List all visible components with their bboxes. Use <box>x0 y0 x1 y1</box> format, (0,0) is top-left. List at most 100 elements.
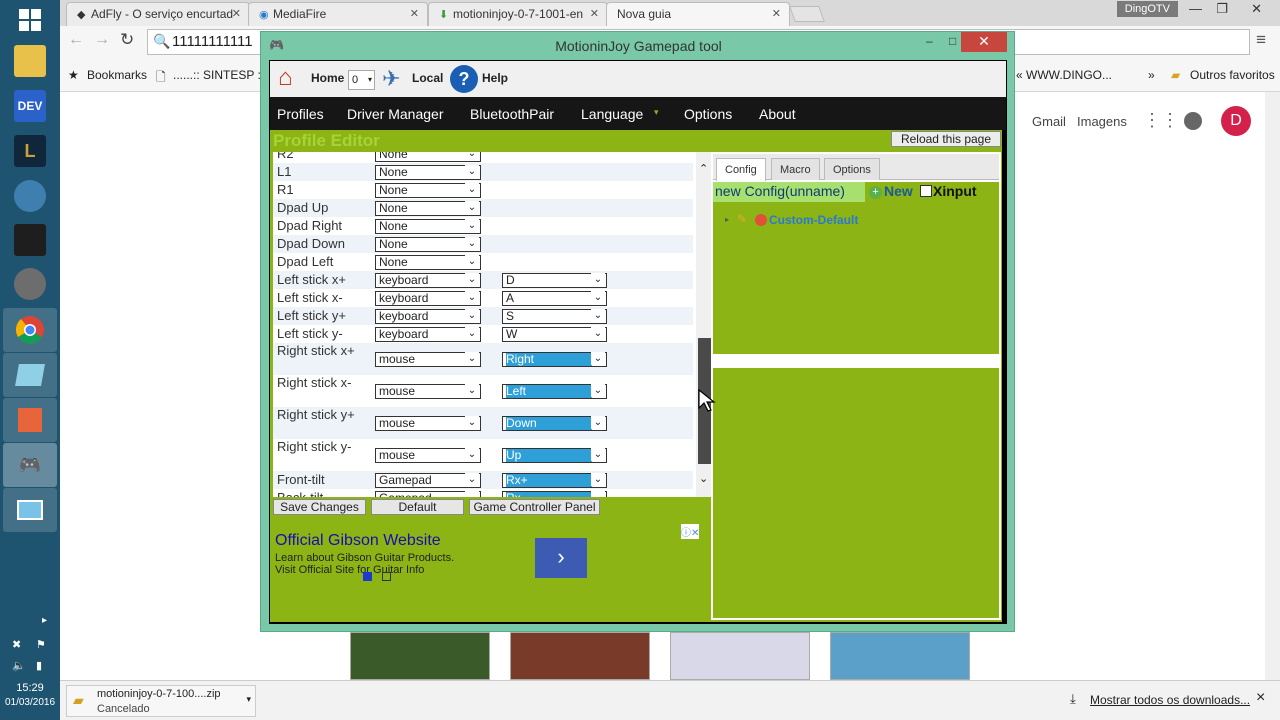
mapping-type-select[interactable]: keyboard ⌄ <box>375 309 481 324</box>
tab-mediafire[interactable]: ◉ MediaFire ✕ <box>248 2 428 26</box>
tab-motioninjoy-download[interactable]: ⬇ motioninjoy-0-7-1001-en ✕ <box>428 2 608 26</box>
bookmarks-overflow-icon[interactable]: » <box>1148 68 1155 82</box>
new-tab-button[interactable] <box>789 6 825 22</box>
clock-date[interactable]: 01/03/2016 <box>0 697 60 708</box>
close-downloads-icon[interactable]: × <box>1256 689 1265 707</box>
scroll-down-icon[interactable]: ⌄ <box>699 472 708 485</box>
tray-volume-icon[interactable]: 🔈 <box>12 659 26 672</box>
mapping-type-select[interactable]: mouse ⌄ <box>375 384 481 399</box>
most-visited-thumbnail[interactable] <box>350 632 490 680</box>
download-menu-icon[interactable]: ▾ <box>246 694 251 705</box>
xinput-checkbox[interactable] <box>920 185 932 197</box>
avatar[interactable]: D <box>1221 106 1251 136</box>
mapping-target-select[interactable]: W ⌄ <box>502 327 607 342</box>
dev-app-icon[interactable]: DEV <box>14 90 46 122</box>
ad-pager-dot-active[interactable] <box>363 572 372 581</box>
tab-close-icon[interactable]: ✕ <box>232 7 241 20</box>
chrome-icon[interactable] <box>3 308 57 352</box>
mapping-type-select[interactable]: mouse ⌄ <box>375 352 481 367</box>
minimize-button[interactable]: – <box>926 34 933 48</box>
back-icon[interactable]: ← <box>68 31 84 49</box>
photo-app-icon[interactable] <box>3 488 57 532</box>
mapping-target-select[interactable]: Down ⌄ <box>502 416 607 431</box>
bookmark-sintesp[interactable]: ......:: SINTESP :: <box>173 68 264 82</box>
gamepad-app-icon[interactable]: 🎮 <box>3 443 57 487</box>
menu-driver-manager[interactable]: Driver Manager <box>347 106 443 122</box>
delete-icon[interactable] <box>755 214 767 226</box>
forward-icon[interactable]: → <box>94 31 110 49</box>
mapping-target-select[interactable]: A ⌄ <box>502 291 607 306</box>
mapping-type-select[interactable]: None ⌄ <box>375 219 481 234</box>
mapping-type-select[interactable]: None ⌄ <box>375 165 481 180</box>
add-icon[interactable]: + <box>869 186 882 199</box>
mapping-target-select[interactable]: D ⌄ <box>502 273 607 288</box>
ad-title[interactable]: Official Gibson Website <box>275 532 441 550</box>
gmail-link[interactable]: Gmail <box>1032 114 1066 129</box>
other-bookmarks[interactable]: Outros favoritos <box>1190 68 1275 82</box>
menu-bluetoothpair[interactable]: BluetoothPair <box>470 106 554 122</box>
images-link[interactable]: Imagens <box>1077 114 1127 129</box>
mapping-type-select[interactable]: keyboard ⌄ <box>375 273 481 288</box>
download-item[interactable]: ▰ motioninjoy-0-7-100....zip Cancelado ▾ <box>66 685 256 717</box>
profile-name-badge[interactable]: DingOTV <box>1116 1 1178 17</box>
menu-about[interactable]: About <box>759 106 796 122</box>
show-all-downloads-link[interactable]: Mostrar todos os downloads... <box>1090 693 1250 707</box>
clock-time[interactable]: 15:29 <box>0 682 60 694</box>
scroll-up-icon[interactable]: ⌃ <box>699 162 708 175</box>
tab-options[interactable]: Options <box>824 158 880 180</box>
close-window-icon[interactable]: ✕ <box>1251 1 1262 17</box>
mapping-type-select[interactable]: keyboard ⌄ <box>375 327 481 342</box>
local-button[interactable]: Local <box>412 71 443 85</box>
mapping-target-select[interactable]: Right ⌄ <box>502 352 607 367</box>
mapping-target-select[interactable]: Rx-⌄ <box>502 491 607 497</box>
movie-app-icon[interactable] <box>14 224 46 256</box>
office-app-icon[interactable] <box>3 398 57 442</box>
help-button[interactable]: Help <box>482 71 508 85</box>
reload-page-button[interactable]: Reload this page <box>891 131 1001 147</box>
page-scrollbar[interactable] <box>1265 92 1280 680</box>
mapping-target-select[interactable]: Left ⌄ <box>502 384 607 399</box>
tab-config[interactable]: Config <box>716 158 766 181</box>
menu-options[interactable]: Options <box>684 106 732 122</box>
tab-nova-guia[interactable]: Nova guia ✕ <box>606 2 790 26</box>
mapping-target-select[interactable]: Rx+ ⌄ <box>502 473 607 488</box>
mapping-type-select[interactable]: keyboard ⌄ <box>375 291 481 306</box>
reload-icon[interactable]: ↻ <box>120 30 134 50</box>
new-config-button[interactable]: New <box>884 183 913 199</box>
edit-icon[interactable]: ✎ <box>737 212 747 226</box>
home-icon[interactable]: ⌂ <box>278 64 293 92</box>
home-select[interactable]: 0 ▾ <box>348 70 375 90</box>
mapping-type-select[interactable]: None ⌄ <box>375 183 481 198</box>
file-explorer-icon[interactable] <box>14 45 46 77</box>
menu-profiles[interactable]: Profiles <box>277 106 324 122</box>
ad-pager-dot[interactable] <box>382 572 391 581</box>
tab-adfly[interactable]: ◆ AdFly - O serviço encurtad ✕ <box>66 2 250 26</box>
close-button[interactable]: ✕ <box>961 32 1007 52</box>
tray-flag-icon[interactable]: ⚑ <box>36 638 46 651</box>
save-changes-button[interactable]: Save Changes <box>273 499 366 515</box>
tab-close-icon[interactable]: ✕ <box>590 7 599 20</box>
windows-start-icon[interactable] <box>14 4 46 36</box>
tree-item-custom-default[interactable]: Custom-Default <box>769 213 858 227</box>
gimp-icon[interactable] <box>14 268 46 300</box>
ad-go-button[interactable]: › <box>535 538 587 578</box>
help-icon[interactable]: ? <box>450 65 478 93</box>
mapping-type-select[interactable]: None ⌄ <box>375 201 481 216</box>
most-visited-thumbnail[interactable] <box>830 632 970 680</box>
menu-language[interactable]: Language <box>581 106 643 122</box>
tree-expand-icon[interactable]: ▸ <box>725 215 729 224</box>
game-controller-panel-button[interactable]: Game Controller Panel <box>469 499 600 515</box>
taskbar-chevron-icon[interactable]: ▸ <box>42 615 47 626</box>
ad-info-icon[interactable]: ⓘ✕ <box>681 524 700 539</box>
tab-close-icon[interactable]: ✕ <box>772 7 781 20</box>
mapping-type-select[interactable]: mouse ⌄ <box>375 448 481 463</box>
local-icon[interactable]: ✈ <box>382 66 400 92</box>
mapping-type-select[interactable]: Gamepad ⌄ <box>375 491 481 497</box>
minimize-icon[interactable]: — <box>1189 1 1202 16</box>
mapping-type-select[interactable]: Gamepad ⌄ <box>375 473 481 488</box>
home-button[interactable]: Home <box>311 71 344 85</box>
bookmark-dingo[interactable]: « WWW.DINGO... <box>1016 68 1112 82</box>
most-visited-thumbnail[interactable] <box>510 632 650 680</box>
notebook-app-icon[interactable] <box>3 353 57 397</box>
mapping-target-select[interactable]: Up ⌄ <box>502 448 607 463</box>
